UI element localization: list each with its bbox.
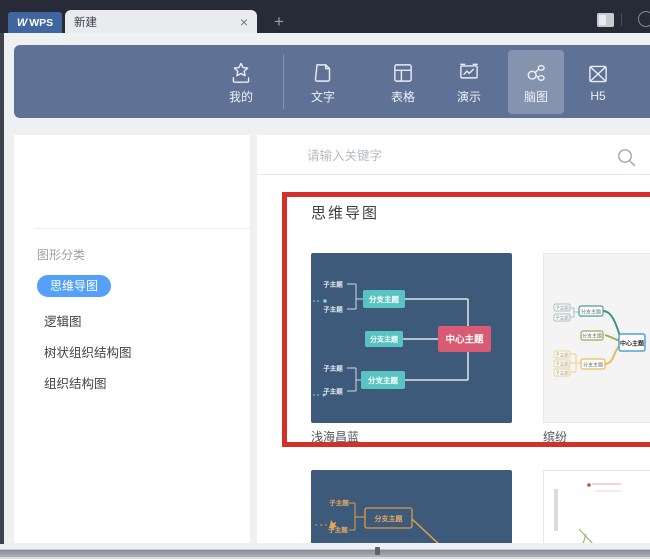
account-avatar-icon[interactable] — [638, 11, 650, 27]
toolbar-divider — [283, 54, 284, 109]
titlebar-separator — [621, 13, 622, 26]
toolbar-label-mindmap: 脑图 — [523, 89, 548, 104]
toolbar-label-mine: 我的 — [228, 89, 253, 104]
toolbar-label-writer: 文字 — [310, 89, 335, 104]
template-gallery: 思维导图 — [257, 135, 650, 543]
close-tab-icon[interactable]: × — [240, 15, 248, 29]
template-card-qianhaichanglan[interactable]: 分支主题 分支主题 分支主题 中心主题 子主题 子主题 子主题 子主题 — [311, 253, 512, 423]
table-icon — [390, 60, 416, 86]
svg-text:子主题: 子主题 — [555, 370, 569, 377]
toolbar-item-spreadsheet[interactable]: 表格 — [375, 50, 431, 114]
svg-text:子主题: 子主题 — [323, 364, 343, 373]
sidebar-section-label: 图形分类 — [37, 248, 86, 262]
toolbar-item-mine[interactable]: 我的 — [213, 50, 269, 114]
template-card-binfen[interactable]: 分支主题 分支主题 分支主题 中心主题 子主题 子主题 子主题 子主题 子主题 — [543, 253, 650, 423]
svg-text:分支主题: 分支主题 — [369, 294, 399, 304]
sidebar-item-tree-org-chart[interactable]: 树状组织结构图 — [44, 342, 132, 361]
svg-text:中心主题: 中心主题 — [620, 340, 645, 348]
mindmap-thumbnail — [554, 483, 621, 543]
svg-text:分支主题: 分支主题 — [368, 375, 398, 385]
sidebar-item-org-chart[interactable]: 组织结构图 — [44, 373, 107, 392]
svg-text:分支主题: 分支主题 — [583, 362, 603, 369]
taskbar-notch — [375, 547, 380, 555]
template-card-row2-left[interactable]: 子主题 子主题 分支主题 — [311, 470, 512, 543]
h5-icon — [585, 61, 611, 87]
svg-text:子主题: 子主题 — [555, 352, 569, 359]
window-left-edge — [0, 33, 4, 544]
star-tray-icon — [228, 60, 254, 86]
sidebar-item-logic-chart[interactable]: 逻辑图 — [44, 311, 82, 330]
svg-text:分支主题: 分支主题 — [375, 514, 404, 523]
presentation-icon — [456, 60, 482, 86]
sidebar-divider — [34, 228, 250, 229]
svg-text:子主题: 子主题 — [555, 361, 569, 368]
template-name: 缤纷 — [543, 430, 568, 444]
window-indicator-inner — [599, 15, 606, 25]
svg-text:分支主题: 分支主题 — [370, 335, 399, 344]
toolbar-item-mindmap[interactable]: 脑图 — [508, 50, 564, 114]
tab-title: 新建 — [74, 16, 97, 29]
highlight-rectangle: 思维导图 分支主题 分支主题 分支主题 中心主题 子主题 子主题 子主题 子主题… — [282, 192, 650, 447]
toolbar-item-presentation[interactable]: 演示 — [441, 50, 497, 114]
svg-text:子主题: 子主题 — [323, 305, 343, 314]
template-name: 浅海昌蓝 — [311, 430, 360, 444]
wps-home-button[interactable]: W WPS — [8, 12, 62, 33]
document-icon — [310, 60, 336, 86]
toolbar-label-presentation: 演示 — [456, 89, 481, 104]
svg-text:子主题: 子主题 — [323, 387, 343, 396]
mindmap-icon — [523, 60, 549, 86]
search-icon[interactable] — [616, 147, 638, 169]
app-window: W WPS 新建 × + 我的 文字 表格 演示 脑图 H5 图形分类 思维导图… — [0, 0, 650, 559]
search-input[interactable] — [307, 145, 567, 167]
svg-text:中心主题: 中心主题 — [445, 334, 484, 346]
mindmap-thumbnail: 分支主题 分支主题 分支主题 中心主题 子主题 子主题 子主题 子主题 — [313, 280, 491, 397]
category-sidebar: 图形分类 思维导图 逻辑图 树状组织结构图 组织结构图 — [14, 135, 250, 543]
svg-text:分支主题: 分支主题 — [582, 333, 602, 340]
mindmap-thumbnail: 分支主题 分支主题 分支主题 中心主题 子主题 子主题 子主题 子主题 子主题 — [553, 303, 646, 377]
wps-brand-label: WPS — [29, 16, 54, 29]
svg-text:分支主题: 分支主题 — [581, 309, 601, 316]
sidebar-item-mindmap[interactable]: 思维导图 — [37, 275, 112, 297]
section-title: 思维导图 — [311, 205, 380, 222]
svg-text:子主题: 子主题 — [555, 305, 569, 312]
taskbar-strip — [0, 550, 650, 557]
mindmap-thumbnail: 子主题 子主题 分支主题 — [315, 498, 439, 543]
toolbar-label-spreadsheet: 表格 — [390, 89, 415, 104]
toolbar-label-h5: H5 — [590, 89, 606, 103]
new-tab-button[interactable]: + — [270, 13, 288, 31]
svg-text:子主题: 子主题 — [323, 280, 343, 289]
tab-new-document[interactable]: 新建 × — [65, 10, 257, 33]
svg-text:子主题: 子主题 — [329, 498, 349, 507]
template-card-row2-right[interactable] — [543, 470, 650, 543]
toolbar-item-writer[interactable]: 文字 — [295, 50, 351, 114]
wps-logo-icon: W — [16, 16, 27, 29]
svg-text:子主题: 子主题 — [555, 315, 569, 322]
search-underline — [257, 174, 650, 175]
app-category-toolbar: 我的 文字 表格 演示 脑图 H5 — [14, 45, 650, 118]
toolbar-item-h5[interactable]: H5 — [570, 50, 626, 114]
